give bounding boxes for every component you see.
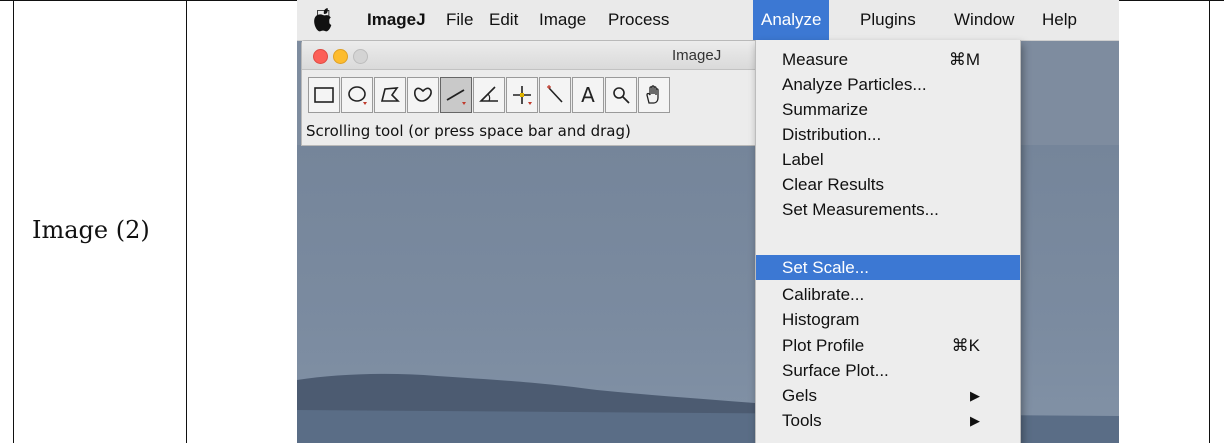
magnifier-tool[interactable]	[605, 77, 637, 113]
menu-item-gels[interactable]: Gels ▶	[756, 383, 1020, 408]
menu-item-surface-plot[interactable]: Surface Plot...	[756, 358, 1020, 383]
menu-item-label: Set Scale...	[782, 258, 869, 277]
menu-item-set-scale[interactable]: Set Scale...	[756, 255, 1020, 280]
freehand-tool[interactable]	[407, 77, 439, 113]
menu-item-label: Tools	[782, 411, 822, 430]
menu-item-label: Measure	[782, 50, 849, 69]
menu-item-clear-results[interactable]: Clear Results	[756, 172, 1020, 197]
menu-item-label: Calibrate...	[782, 285, 865, 304]
scrolling-tool[interactable]	[638, 77, 670, 113]
menu-item-label: Label	[782, 150, 824, 169]
menu-window[interactable]: Window	[954, 0, 1014, 40]
menu-item-label: Surface Plot...	[782, 361, 889, 380]
zoom-button[interactable]	[353, 49, 368, 64]
menu-item-label: Set Measurements...	[782, 200, 939, 219]
close-button[interactable]	[313, 49, 328, 64]
menu-help[interactable]: Help	[1042, 0, 1077, 40]
rectangle-tool[interactable]	[308, 77, 340, 113]
menu-edit[interactable]: Edit	[489, 0, 518, 40]
menu-item-histogram[interactable]: Histogram	[756, 307, 1020, 332]
mac-menu-bar:  ImageJ File Edit Image Process Analyze…	[297, 0, 1119, 41]
menu-item-tools[interactable]: Tools ▶	[756, 408, 1020, 433]
menu-plugins[interactable]: Plugins	[860, 0, 916, 40]
menu-item-label: Summarize	[782, 100, 868, 119]
menu-analyze[interactable]: Analyze	[753, 0, 830, 40]
text-tool[interactable]: A	[572, 77, 604, 113]
menu-item-label: Plot Profile	[782, 336, 865, 355]
menu-item-calibrate[interactable]: Calibrate...	[756, 282, 1020, 307]
shortcut-label: ⌘K	[951, 336, 980, 355]
shortcut-label: ⌘M	[948, 50, 980, 69]
menu-file[interactable]: File	[446, 0, 473, 40]
menu-item-label[interactable]: Label	[756, 147, 1020, 172]
line-icon	[446, 89, 466, 105]
submenu-arrow-icon: ▶	[970, 388, 980, 403]
row-label: Image (2)	[32, 216, 150, 244]
hand-icon	[646, 85, 659, 104]
status-bar: Scrolling tool (or press space bar and d…	[306, 122, 631, 140]
apple-logo-icon[interactable]	[313, 8, 333, 32]
menu-item-label: Distribution...	[782, 125, 882, 144]
menu-item-distribution[interactable]: Distribution...	[756, 122, 1020, 147]
menu-item-analyze-particles[interactable]: Analyze Particles...	[756, 72, 1020, 97]
menu-item-label: Gels	[782, 386, 817, 405]
magnifier-icon	[613, 87, 630, 104]
rectangle-icon	[314, 87, 334, 103]
wand-tool[interactable]	[539, 77, 571, 113]
minimize-button[interactable]	[333, 49, 348, 64]
polygon-icon	[380, 87, 400, 102]
table-border-col	[186, 0, 187, 443]
menu-item-label: Histogram	[782, 310, 860, 329]
menu-item-summarize[interactable]: Summarize	[756, 97, 1020, 122]
menu-item-label: Clear Results	[782, 175, 885, 194]
menu-item-label: Analyze Particles...	[782, 75, 927, 94]
menu-image[interactable]: Image	[539, 0, 586, 40]
crosshair-icon	[513, 86, 532, 105]
table-border-right	[1209, 0, 1210, 443]
polygon-tool[interactable]	[374, 77, 406, 113]
freehand-icon	[414, 87, 432, 102]
window-title: ImageJ	[672, 47, 722, 64]
angle-tool[interactable]	[473, 77, 505, 113]
oval-icon	[348, 86, 367, 105]
oval-tool[interactable]	[341, 77, 373, 113]
angle-icon	[479, 86, 498, 102]
imagej-screenshot:  ImageJ File Edit Image Process Analyze…	[297, 0, 1119, 443]
wand-icon	[547, 85, 563, 103]
line-tool[interactable]	[440, 77, 472, 113]
menu-item-measure[interactable]: Measure ⌘M	[756, 47, 1020, 72]
submenu-arrow-icon: ▶	[970, 413, 980, 428]
point-tool[interactable]	[506, 77, 538, 113]
menu-process[interactable]: Process	[608, 0, 669, 40]
menu-item-set-measurements[interactable]: Set Measurements...	[756, 197, 1020, 222]
menu-item-plot-profile[interactable]: Plot Profile ⌘K	[756, 333, 1020, 358]
analyze-menu: Measure ⌘M Analyze Particles... Summarize…	[755, 40, 1021, 443]
app-menu-imagej[interactable]: ImageJ	[367, 0, 426, 40]
table-border-left	[13, 0, 14, 443]
